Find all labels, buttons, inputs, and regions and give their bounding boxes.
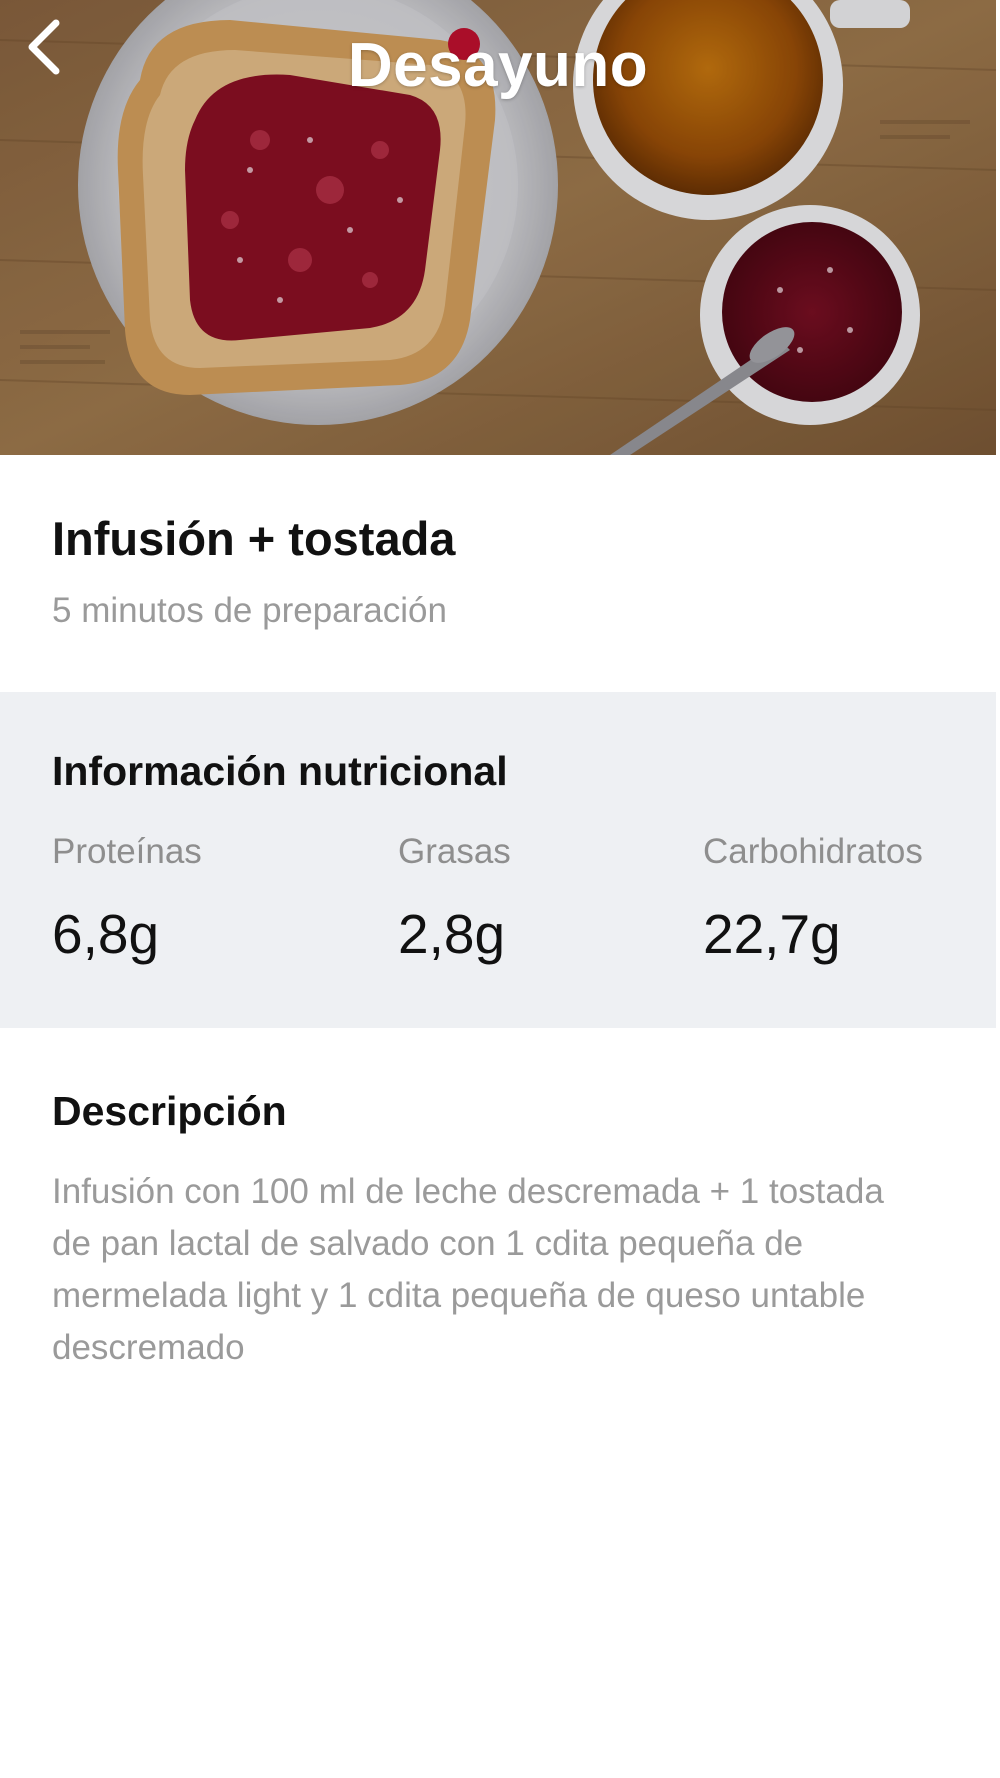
prep-time: 5 minutos de preparación xyxy=(52,591,447,630)
nutrient-label: Grasas xyxy=(398,832,511,871)
description-text: Infusión con 100 ml de leche descremada … xyxy=(52,1172,884,1367)
nutrition-section: Información nutricional Proteínas 6,8g G… xyxy=(0,692,996,1028)
meal-detail-screen: Desayuno Infusión + tostada 5 minutos de… xyxy=(0,0,1000,1778)
hero-image: Desayuno xyxy=(0,0,996,455)
recipe-header: Infusión + tostada 5 minutos de preparac… xyxy=(0,455,996,692)
description-section: Descripción Infusión con 100 ml de leche… xyxy=(0,1028,996,1588)
nutrient-proteins: Proteínas 6,8g xyxy=(52,832,202,966)
nutrient-label: Proteínas xyxy=(52,832,202,871)
page-title: Desayuno xyxy=(347,31,649,100)
nutrient-value: 2,8g xyxy=(398,903,506,965)
description-heading: Descripción xyxy=(52,1088,287,1134)
recipe-title: Infusión + tostada xyxy=(52,512,456,565)
nutrient-value: 22,7g xyxy=(703,903,841,965)
nutrition-heading: Información nutricional xyxy=(52,748,508,794)
nutrient-fats: Grasas 2,8g xyxy=(398,832,511,966)
nutrient-label: Carbohidratos xyxy=(703,832,923,871)
nutrient-carbs: Carbohidratos 22,7g xyxy=(703,832,923,966)
nutrient-value: 6,8g xyxy=(52,903,160,965)
